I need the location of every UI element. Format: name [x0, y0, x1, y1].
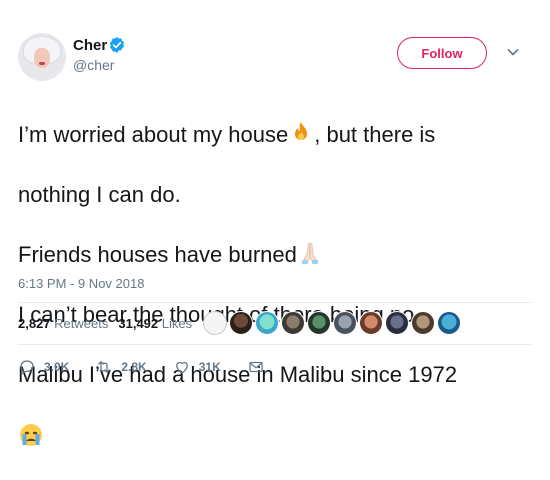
- divider: [18, 344, 532, 345]
- liker-avatar[interactable]: [307, 311, 331, 335]
- retweet-count: 2.8K: [121, 360, 147, 374]
- divider: [18, 302, 532, 303]
- avatar-lips: [39, 62, 45, 65]
- author-name[interactable]: Cher: [73, 37, 107, 54]
- tweet-card: Cher @cher Follow I’m worried about my h…: [0, 0, 550, 446]
- tweet-line: nothing I can do.: [18, 182, 181, 207]
- tweet-text-segment: I’m worried about my house: [18, 122, 289, 147]
- retweets-stat[interactable]: 2,827 Retweets: [18, 316, 108, 331]
- reply-icon: [20, 360, 34, 375]
- liker-avatar[interactable]: [255, 311, 279, 335]
- folded-hands-emoji-icon: [301, 242, 318, 264]
- liker-avatar[interactable]: [333, 311, 357, 335]
- retweets-label: Retweets: [54, 316, 109, 331]
- tweet-text-segment: , but there is: [314, 122, 436, 147]
- tweet-line: I’m worried about my house , but there i…: [18, 120, 533, 150]
- verified-badge-icon: [109, 37, 125, 53]
- reply-action[interactable]: 3.0K: [18, 358, 69, 376]
- liker-avatar[interactable]: [281, 311, 305, 335]
- reply-count: 3.0K: [44, 360, 70, 374]
- crying-face-emoji-icon: [20, 424, 42, 446]
- likes-label: Likes: [161, 316, 193, 331]
- like-action[interactable]: 31K: [173, 358, 221, 376]
- author-handle[interactable]: @cher: [73, 57, 114, 73]
- likes-stat[interactable]: 31,492 Likes: [118, 316, 192, 331]
- retweets-count: 2,827: [18, 316, 51, 331]
- direct-message-action[interactable]: [247, 358, 265, 376]
- avatar-face: [34, 48, 50, 68]
- liker-avatar[interactable]: [437, 311, 461, 335]
- tweet-line: [18, 420, 533, 450]
- tweet-actions: 3.0K 2.8K 31K: [18, 358, 291, 376]
- chevron-down-icon[interactable]: [505, 44, 521, 60]
- tweet-text-segment: Friends houses have burned: [18, 242, 297, 267]
- fire-emoji-icon: [295, 122, 308, 140]
- tweet-line: Friends houses have burned: [18, 240, 533, 270]
- retweet-action[interactable]: 2.8K: [95, 358, 147, 376]
- heart-icon: [175, 361, 188, 374]
- liker-avatar[interactable]: [411, 311, 435, 335]
- liker-avatars: [203, 311, 461, 335]
- likes-count: 31,492: [118, 316, 159, 331]
- liker-avatar[interactable]: [359, 311, 383, 335]
- tweet-timestamp[interactable]: 6:13 PM - 9 Nov 2018: [18, 276, 144, 291]
- avatar[interactable]: [18, 33, 66, 81]
- like-count: 31K: [198, 360, 221, 374]
- liker-avatar[interactable]: [385, 311, 409, 335]
- liker-avatar[interactable]: [229, 311, 253, 335]
- liker-avatar[interactable]: [203, 311, 227, 335]
- follow-button[interactable]: Follow: [397, 37, 487, 69]
- envelope-icon: [249, 361, 263, 373]
- retweet-icon: [98, 361, 111, 373]
- tweet-stats: 2,827 Retweets 31,492 Likes: [18, 316, 192, 331]
